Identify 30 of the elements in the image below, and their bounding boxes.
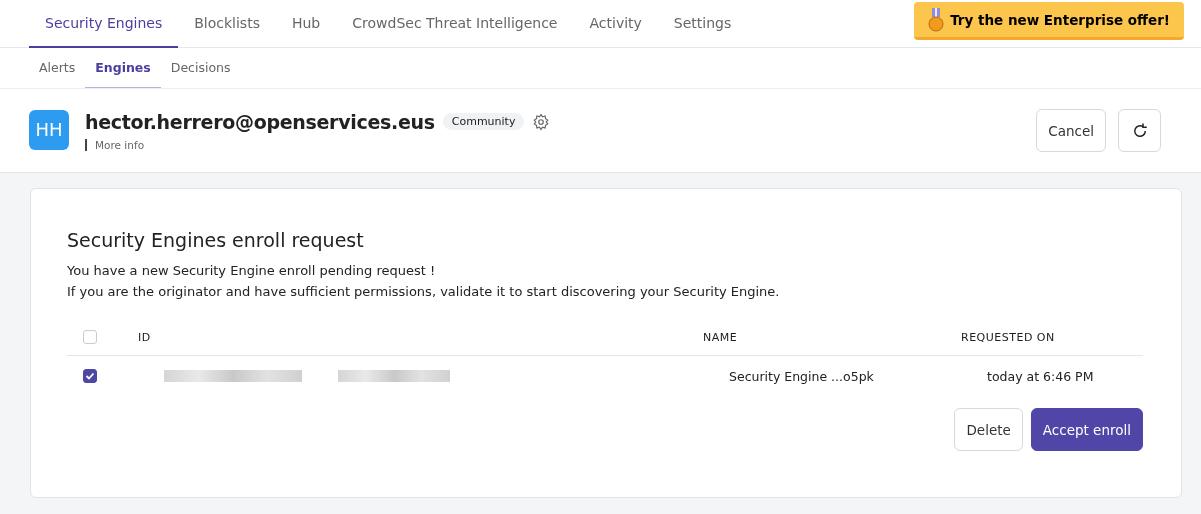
refresh-button[interactable] [1118,109,1161,152]
settings-icon[interactable] [532,112,551,131]
nav-tab[interactable]: Settings [657,0,748,48]
cancel-button[interactable]: Cancel [1036,109,1106,152]
description-text: You have a new Security Engine enroll pending request ! [67,263,437,278]
nav-tab[interactable]: Blocklists [178,0,276,48]
table-cell: today at 6:46 PM [987,368,1094,384]
enterprise-offer-button[interactable]: Try the new Enterprise offer! [914,2,1184,40]
column-header: REQUESTED ON [961,330,1055,344]
accept-enroll-button[interactable]: Accept enroll [1030,408,1143,451]
nav-tab[interactable]: Activity [573,0,658,48]
sub-tab[interactable]: Alerts [29,48,86,88]
row-checkbox[interactable] [83,369,97,383]
checkmark-icon [85,371,95,381]
sub-tab[interactable]: Engines [85,48,161,88]
card-title: Security Engines enroll request [67,229,365,251]
table-cell: Security Engine ...o5pk [729,368,874,384]
column-header: ID [138,330,151,344]
more-info-link[interactable]: More info [85,138,551,151]
select-all-checkbox[interactable] [83,330,97,344]
column-header: NAME [703,330,738,344]
sub-tab[interactable]: Decisions [160,48,241,88]
account-email: hector.herrero@openservices.eus [85,110,435,133]
plan-badge: Community [442,113,525,130]
nav-tab[interactable]: Hub [275,0,337,48]
description-text: If you are the originator and have sufficient permissions, validate it to start discovering your Security Engine. [67,284,781,299]
avatar: HH [29,109,69,150]
nav-tab[interactable]: CrowdSec Threat Intelligence [336,0,574,48]
medal-icon [928,7,945,32]
delete-button[interactable]: Delete [954,408,1023,451]
